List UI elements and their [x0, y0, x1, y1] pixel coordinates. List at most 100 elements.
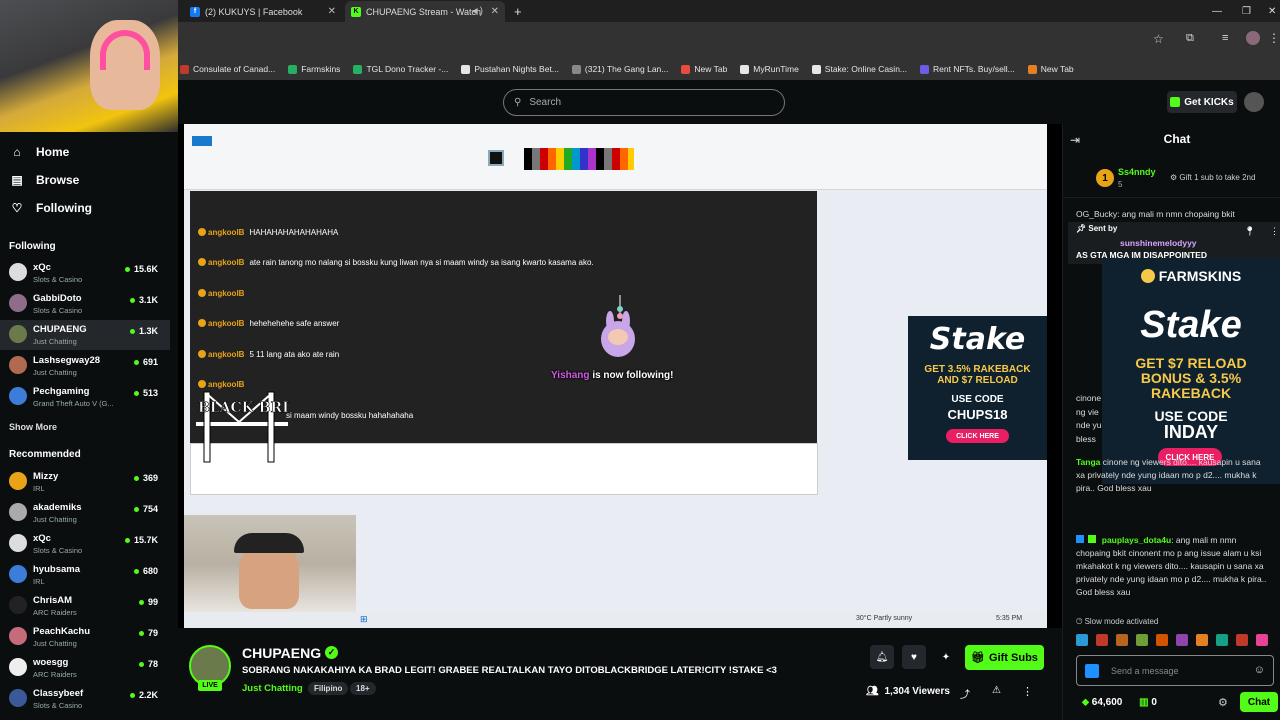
bookmarks-bar: Consulate of Canad... Farmskins TGL Dono T… [0, 58, 1280, 80]
close-window-icon[interactable]: ✕ [1262, 1, 1276, 22]
nav-home[interactable]: ⌂ Home [10, 145, 69, 159]
stake-code: INDAY [1163, 422, 1219, 442]
bookmark-favicon-icon [288, 64, 298, 74]
stake-ad-chat[interactable]: FARMSKINS Stake GET $7 RELOAD BONUS & 3.… [1102, 258, 1280, 484]
bookmark-item[interactable]: MyRunTime [740, 64, 799, 74]
sidebar-channel-mizzy[interactable]: Mizzy IRL 369 [0, 467, 170, 497]
extensions-icon[interactable]: ⧉ [1186, 32, 1194, 45]
gift-sub-prompt[interactable]: ⚙︎ Gift 1 sub to take 2nd [1170, 173, 1255, 182]
channel-avatar [9, 503, 27, 521]
close-tab-icon[interactable]: ✕ [491, 6, 499, 17]
bookmark-item[interactable]: Stake: Online Casin... [811, 64, 907, 74]
new-tab-button[interactable]: + [508, 1, 522, 22]
report-icon[interactable]: ⚠ [992, 685, 1001, 696]
bell-icon[interactable]: 🔔︎ [870, 645, 894, 669]
bookmark-favicon-icon [353, 64, 363, 74]
sidebar-channel-akademiks[interactable]: akademiks Just Chatting 754 [0, 498, 170, 528]
address-bar[interactable]: ☆ ⧉ ≡ ⋮ [0, 22, 1280, 58]
sidebar-channel-pechgaming[interactable]: Pechgaming Grand Theft Auto V (G... 513 [0, 382, 170, 412]
emote-icons[interactable] [1072, 632, 1280, 648]
overlay-chat-line: angkoolB HAHAHAHAHAHAHAHA [198, 228, 338, 237]
viewer-count: 15.7K [124, 535, 158, 545]
sidebar-channel-peachkachu[interactable]: PeachKachu Just Chatting 79 [0, 622, 170, 652]
tag-filipino[interactable]: Filipino [308, 682, 349, 695]
bookmark-item[interactable]: New Tab [1027, 64, 1074, 74]
bookmark-item[interactable]: New Tab [681, 64, 727, 74]
sidebar-channel-gabbidoto[interactable]: GabbiDoto Slots & Casino 3.1K [0, 289, 170, 319]
stake-headline: GET 3.5% RAKEBACK AND $7 RELOAD [924, 364, 1031, 386]
streamer-name[interactable]: CHUPAENG [242, 645, 321, 661]
windows-taskbar-left [184, 612, 356, 628]
sparkle-icon[interactable]: ✦ [934, 645, 958, 669]
more-icon[interactable]: ⋮ [1022, 685, 1033, 698]
heart-icon: ♡ [11, 201, 23, 215]
emoji-icon[interactable]: ☺ [1254, 664, 1265, 676]
gift-subs-button[interactable]: 🎁︎ Gift Subs [965, 645, 1044, 670]
search-input[interactable]: ⚲ Search [503, 89, 785, 116]
sidebar-channel-woesgg[interactable]: woesgg ARC Raiders 78 [0, 653, 170, 683]
more-icon[interactable]: ⋮ [1270, 226, 1279, 237]
badge-selector-icon[interactable] [1085, 664, 1099, 678]
browser-tab-facebook[interactable]: f (2) KUKUYS | Facebook ✕ [184, 1, 342, 22]
sub-badge-icon [1088, 535, 1097, 543]
stake-click-here-button[interactable]: CLICK HERE [946, 429, 1009, 443]
speaker-icon[interactable]: ◄) [470, 6, 483, 17]
close-tab-icon[interactable]: ✕ [328, 6, 336, 17]
windows-start-icon: ⊞ [360, 614, 368, 624]
user-avatar[interactable] [1244, 92, 1264, 112]
nav-following[interactable]: ♡ Following [10, 201, 92, 215]
sidebar-channel-xqc[interactable]: xQc Slots & Casino 15.7K [0, 529, 170, 559]
stake-headline: GET $7 RELOAD BONUS & 3.5% RAKEBACK [1135, 355, 1247, 401]
bookmark-item[interactable]: TGL Dono Tracker -... [353, 64, 448, 74]
gifter-name[interactable]: Ss4nndy [1118, 167, 1156, 177]
viewer-count: 2.2K [129, 690, 158, 700]
kick-icon: K [351, 6, 361, 17]
nav-browse[interactable]: ▤ Browse [10, 173, 79, 187]
viewer-count: 754 [133, 504, 158, 514]
sidebar-channel-hyubsama[interactable]: hyubsama IRL 680 [0, 560, 170, 590]
menu-kebab-icon[interactable]: ⋮ [1268, 31, 1280, 45]
channel-avatar [9, 356, 27, 374]
bookmark-item[interactable]: Rent NFTs. Buy/sell... [920, 64, 1015, 74]
overlay-chat-line: angkoolB [198, 289, 249, 298]
get-kicks-button[interactable]: Get KICKs [1167, 91, 1237, 113]
profile-avatar[interactable] [1246, 31, 1260, 45]
paint-file-tab [192, 136, 212, 146]
tag-18plus[interactable]: 18+ [350, 682, 376, 695]
live-dot-icon [124, 538, 130, 544]
bookmark-item[interactable]: Consulate of Canad... [180, 64, 275, 74]
star-icon[interactable]: ☆ [1153, 32, 1164, 46]
kicks-balance[interactable]: ⬥ 64,600 ▥ 0 [1082, 697, 1157, 708]
reading-list-icon[interactable]: ≡ [1222, 32, 1228, 44]
sidebar-channel-chrisam[interactable]: ChrisAM ARC Raiders 99 [0, 591, 170, 621]
stake-ad-stream[interactable]: Stake GET 3.5% RAKEBACK AND $7 RELOAD US… [908, 316, 1047, 460]
sidebar-channel-lashsegway28[interactable]: Lashsegway28 Just Chatting 691 [0, 351, 170, 381]
share-icon[interactable]: ⤴ [960, 686, 970, 701]
sidebar-channel-xqc[interactable]: xQc Slots & Casino 15.6K [0, 258, 170, 288]
bookmark-favicon-icon [920, 64, 930, 74]
sidebar-channel-chupaeng[interactable]: CHUPAENG Just Chatting 1.3K [0, 320, 170, 350]
bookmark-item[interactable]: Pustahan Nights Bet... [461, 64, 559, 74]
sidebar-channel-classybeef[interactable]: Classybeef Slots & Casino 2.2K [0, 684, 170, 714]
chat-settings-icon[interactable]: ⚙ [1218, 696, 1228, 709]
chat-message: Tanga cinone ng viewers dito.... kausapi… [1076, 457, 1261, 493]
minimize-icon[interactable]: — [1206, 1, 1222, 22]
heart-icon[interactable]: ♥ [902, 645, 926, 669]
pinned-user: sunshinemelodyyy [1120, 238, 1197, 248]
farmskins-icon [1140, 269, 1155, 283]
browser-tab-kick[interactable]: K CHUPAENG Stream - Watch ◄) ✕ [345, 1, 505, 22]
chat-send-button[interactable]: Chat [1240, 692, 1278, 712]
emote-bar[interactable] [1072, 632, 1280, 648]
bookmark-favicon-icon [571, 64, 581, 74]
kick-coin-icon [1170, 97, 1181, 107]
bookmark-item[interactable]: (321) The Gang Lan... [571, 64, 668, 74]
viewer-count: 79 [138, 628, 158, 638]
chat-input[interactable]: Send a message ☺ [1076, 655, 1274, 686]
bookmark-item[interactable]: Farmskins [288, 64, 340, 74]
stream-category[interactable]: Just Chatting [242, 683, 303, 694]
pin-icon[interactable]: 📍︎ [1244, 226, 1255, 237]
live-dot-icon [133, 569, 139, 575]
viewer-count: 691 [133, 357, 158, 367]
show-more-button[interactable]: Show More [9, 422, 57, 432]
maximize-icon[interactable]: ❐ [1236, 1, 1251, 22]
